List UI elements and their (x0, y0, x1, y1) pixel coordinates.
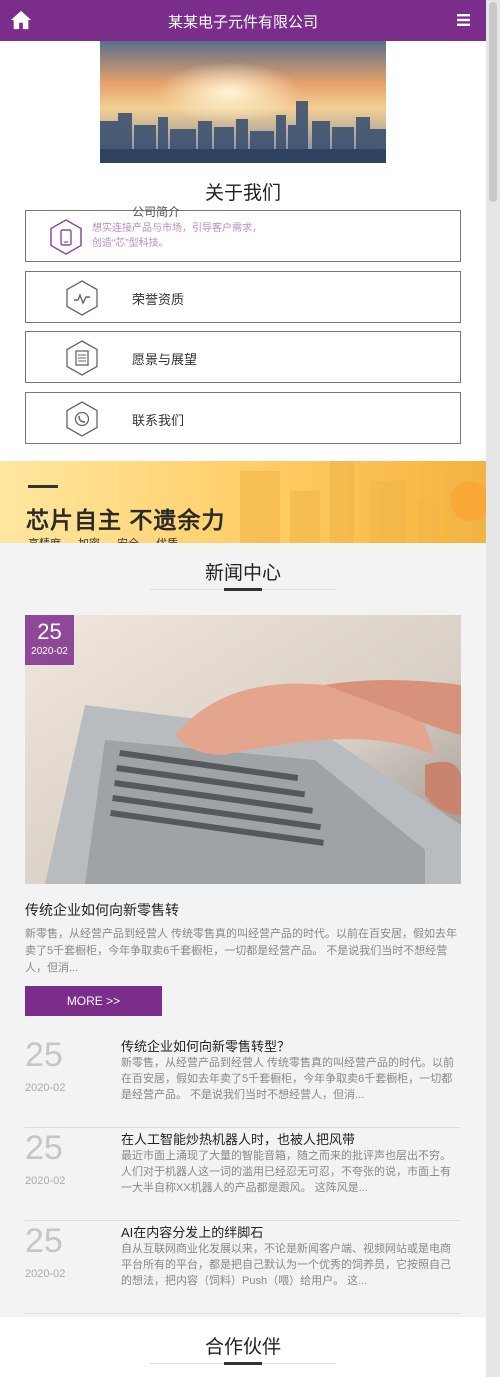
news-month: 2020-02 (25, 1268, 66, 1280)
about-item-company-intro[interactable]: 公司简介 想实连接产品与市场，引导客户需求，创造“芯”型科技。 (25, 205, 461, 262)
slogan-banner: 芯片自主 不遗余力 高精度 加密 安全 优质 (0, 461, 486, 543)
about-section-title: 关于我们 (204, 183, 281, 204)
news-title[interactable]: AI在内容分发上的绊脚石 (121, 1222, 263, 1241)
scrollbar-thumb[interactable] (489, 2, 497, 202)
news-section-title: 新闻中心 (204, 563, 281, 584)
hamburger-menu-icon[interactable] (457, 14, 470, 26)
news-month: 2020-02 (25, 1175, 66, 1187)
news-summary: 最近市面上涌现了大量的智能音箱，随之而来的批评声也层出不穷。人们对于机器人这一词… (121, 1150, 451, 1194)
about-item-label: 愿景与展望 (132, 352, 198, 367)
about-item-contact[interactable]: 联系我们 (25, 392, 461, 444)
news-list-item[interactable]: 25 2020-02 AI在内容分发上的绊脚石 自从互联网商业化发展以来，不论是… (25, 1222, 461, 1314)
news-title[interactable]: 传统企业如何向新零售转型？ (121, 1036, 290, 1055)
more-button[interactable]: MORE >> (25, 986, 162, 1016)
news-summary: 新零售，从经营产品到经营人 传统零售真的叫经营产品的时代。以前在百安居，假如去年… (121, 1057, 455, 1101)
site-title: 某某电子元件有限公司 (167, 14, 318, 31)
news-title-underline (150, 588, 336, 591)
pulse-icon (66, 280, 98, 316)
news-month: 2020-02 (25, 1082, 66, 1094)
partners-section-title: 合作伙伴 (204, 1337, 281, 1358)
news-title[interactable]: 在人工智能炒热机器人时，也被人把风带 (121, 1129, 355, 1148)
news-list-item[interactable]: 25 2020-02 在人工智能炒热机器人时，也被人把风带 最近市面上涌现了大量… (25, 1129, 461, 1221)
featured-news-month: 2020-02 (31, 646, 68, 657)
featured-news-day: 25 (37, 619, 62, 644)
about-item-label: 联系我们 (132, 413, 185, 428)
banner-dash (28, 485, 58, 488)
news-day: 25 (25, 1036, 63, 1074)
partners-title-underline (150, 1362, 336, 1365)
phone-icon (50, 219, 82, 255)
banner-subtitle: 高精度 加密 安全 优质 (28, 535, 178, 543)
page: 某某电子元件有限公司 关于我们 公司简介 想实连接产品与市场，引导客户需求，创造… (0, 0, 486, 1377)
news-list-item[interactable]: 25 2020-02 传统企业如何向新零售转型？ 新零售，从经营产品到经营人 传… (25, 1036, 461, 1128)
scrollbar[interactable] (486, 0, 500, 1377)
news-summary: 自从互联网商业化发展以来，不论是新闻客户端、视频网站或是电商平台所有的平台，都是… (121, 1243, 451, 1287)
featured-news-title[interactable]: 传统企业如何向新零售转 (25, 900, 179, 920)
about-item-description: 想实连接产品与市场，引导客户需求，创造“芯”型科技。 (92, 223, 262, 249)
about-item-vision[interactable]: 愿景与展望 (25, 331, 461, 383)
about-item-honors[interactable]: 荣誉资质 (25, 271, 461, 323)
news-day: 25 (25, 1222, 63, 1260)
featured-news-image[interactable] (25, 615, 461, 884)
top-nav-bar: 某某电子元件有限公司 (0, 0, 486, 41)
banner-slogan: 芯片自主 不遗余力 (26, 507, 226, 533)
document-icon (66, 340, 98, 376)
news-day: 25 (25, 1129, 63, 1167)
featured-news-date: 25 2020-02 (25, 615, 74, 665)
hero-city-image (100, 41, 386, 163)
about-item-label: 公司简介 (132, 205, 181, 219)
featured-news-summary: 新零售，从经营产品到经营人 传统零售真的叫经营产品的时代。以前在百安居，假如去年… (25, 928, 458, 974)
contact-icon (66, 401, 98, 437)
about-item-label: 荣誉资质 (132, 292, 185, 307)
